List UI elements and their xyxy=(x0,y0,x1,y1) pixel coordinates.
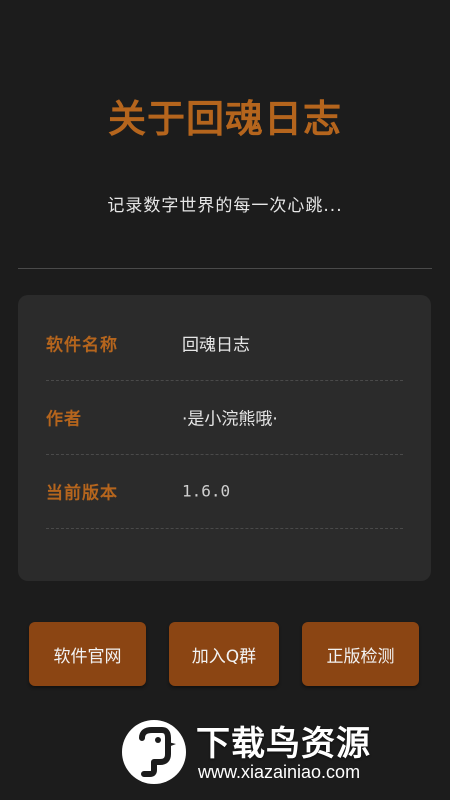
info-row-software-name: 软件名称 回魂日志 xyxy=(46,307,403,381)
join-qq-group-button[interactable]: 加入Q群 xyxy=(169,622,279,686)
author-label: 作者 xyxy=(46,409,82,430)
watermark-name: 下载鸟资源 xyxy=(196,724,371,764)
website-button[interactable]: 软件官网 xyxy=(29,622,146,686)
bird-logo-icon xyxy=(122,720,186,784)
version-label: 当前版本 xyxy=(46,483,118,504)
software-name-label: 软件名称 xyxy=(46,335,118,356)
watermark: 下载鸟资源 www.xiazainiao.com xyxy=(118,714,418,794)
verify-genuine-button[interactable]: 正版检测 xyxy=(302,622,419,686)
author-value: ·是小浣熊哦· xyxy=(182,409,278,430)
info-card: 软件名称 回魂日志 作者 ·是小浣熊哦· 当前版本 1.6.0 xyxy=(18,295,431,581)
page-title: 关于回魂日志 xyxy=(107,97,342,141)
about-page: 关于回魂日志 记录数字世界的每一次心跳... 软件名称 回魂日志 作者 ·是小浣… xyxy=(0,0,450,800)
software-name-value: 回魂日志 xyxy=(182,335,250,356)
version-value: 1.6.0 xyxy=(182,481,231,501)
info-row-author: 作者 ·是小浣熊哦· xyxy=(46,381,403,455)
divider xyxy=(18,268,432,269)
page-subtitle: 记录数字世界的每一次心跳... xyxy=(107,196,343,216)
info-row-version: 当前版本 1.6.0 xyxy=(46,455,403,529)
watermark-url: www.xiazainiao.com xyxy=(198,762,361,782)
